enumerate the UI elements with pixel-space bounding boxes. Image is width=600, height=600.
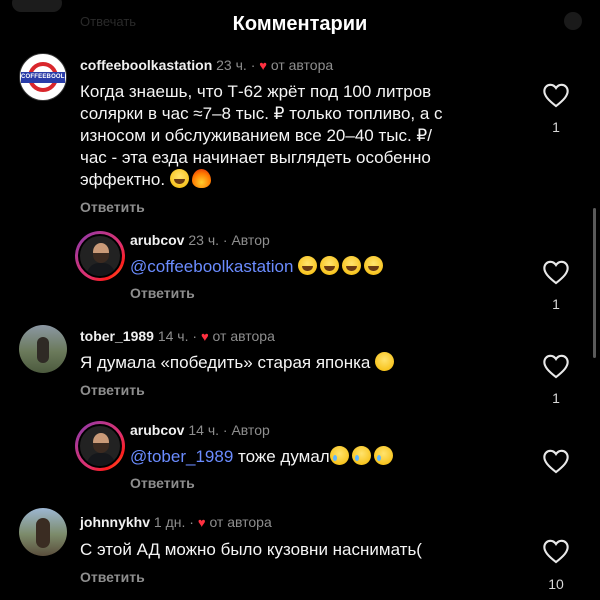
comment-line: час - эта езда начинает выглядеть особен… <box>80 148 431 167</box>
separator: · <box>222 232 228 248</box>
author-heart-icon: ♥ <box>200 329 209 344</box>
page-title: Комментарии <box>232 13 368 35</box>
separator: · <box>222 422 228 438</box>
avatar[interactable] <box>19 325 67 373</box>
separator: · <box>250 57 256 73</box>
crying-emoji <box>373 446 393 465</box>
comments-header: Отвечать Комментарии <box>0 0 600 52</box>
avatar[interactable] <box>19 508 67 556</box>
like-button[interactable] <box>542 259 572 285</box>
liked-by-author: от автора <box>209 514 272 530</box>
grinning-emoji <box>169 169 189 188</box>
comment-meta: tober_1989 14 ч. · ♥ от автора <box>80 328 275 344</box>
laughing-emoji <box>298 256 318 275</box>
reply-button[interactable]: Ответить <box>80 199 145 215</box>
scrolled-content-fragment <box>12 0 62 12</box>
username[interactable]: arubcov <box>130 422 184 438</box>
comment-line: солярки в час ≈7–8 тыс. ₽ только топливо… <box>80 104 443 123</box>
separator: · <box>189 514 194 530</box>
like-count: 1 <box>552 119 560 135</box>
author-tag: Автор <box>231 422 270 438</box>
timestamp: 14 ч. <box>188 422 220 438</box>
scrollbar[interactable] <box>593 208 596 358</box>
comment-text: Я думала «победить» старая японка <box>80 352 397 374</box>
timestamp: 23 ч. <box>188 232 220 248</box>
like-count: 1 <box>552 296 560 312</box>
like-button[interactable] <box>542 353 572 379</box>
avatar-logo-text: COFFEEBOOLKA <box>21 72 66 83</box>
like-button[interactable] <box>542 538 572 564</box>
comment-line: Когда знаешь, что Т-62 жрёт под 100 литр… <box>80 82 432 101</box>
like-count: 1 <box>552 390 560 406</box>
crying-emoji <box>351 446 371 465</box>
heart-icon <box>543 354 569 379</box>
comment-text: Когда знаешь, что Т-62 жрёт под 100 литр… <box>80 81 510 191</box>
timestamp: 14 ч. <box>157 328 189 344</box>
comment-meta: arubcov 14 ч. · Автор <box>130 422 270 438</box>
heart-icon <box>543 83 569 108</box>
avatar[interactable] <box>75 231 125 281</box>
faded-like-icon <box>564 12 582 30</box>
comment-meta: coffeeboolkastation 23 ч. · ♥ от автора <box>80 57 333 73</box>
comment-meta: johnnykhv 1 дн. · ♥ от автора <box>80 514 272 530</box>
comment-text: @tober_1989 тоже думал <box>130 446 396 468</box>
avatar[interactable] <box>75 421 125 471</box>
heart-icon <box>543 260 569 285</box>
comment-text: С этой АД можно было кузовни наснимать( <box>80 540 422 559</box>
reply-button[interactable]: Ответить <box>130 475 195 491</box>
reply-button[interactable]: Ответить <box>80 569 145 585</box>
separator: · <box>192 328 198 344</box>
reply-button[interactable]: Ответить <box>130 285 195 301</box>
username[interactable]: tober_1989 <box>80 328 154 344</box>
username[interactable]: coffeeboolkastation <box>80 57 212 73</box>
liked-by-author: от автора <box>270 57 334 73</box>
upside-down-emoji <box>375 352 395 371</box>
comment-line: износом и обслуживанием все 20–40 тыс. ₽… <box>80 126 432 145</box>
mention-link[interactable]: @coffeeboolkastation <box>130 257 293 276</box>
author-heart-icon: ♥ <box>197 515 206 530</box>
timestamp: 1 дн. <box>153 514 186 530</box>
like-button[interactable] <box>542 82 572 108</box>
laughing-emoji <box>364 256 384 275</box>
reply-button[interactable]: Ответить <box>80 382 145 398</box>
like-button[interactable] <box>542 448 572 474</box>
avatar[interactable]: COFFEEBOOLKA <box>19 53 67 101</box>
comment-text: @coffeeboolkastation <box>130 256 386 278</box>
fire-emoji <box>191 169 211 188</box>
username[interactable]: johnnykhv <box>80 514 150 530</box>
username[interactable]: arubcov <box>130 232 184 248</box>
comment-line: эффектно. <box>80 169 510 191</box>
laughing-emoji <box>342 256 362 275</box>
mention-link[interactable]: @tober_1989 <box>130 447 233 466</box>
heart-icon <box>543 449 569 474</box>
crying-emoji <box>329 446 349 465</box>
author-heart-icon: ♥ <box>259 58 267 73</box>
heart-icon <box>543 539 569 564</box>
comment-meta: arubcov 23 ч. · Автор <box>130 232 270 248</box>
liked-by-author: от автора <box>212 328 275 344</box>
timestamp: 23 ч. <box>216 57 247 73</box>
author-tag: Автор <box>231 232 270 248</box>
laughing-emoji <box>320 256 340 275</box>
like-count: 10 <box>548 576 564 592</box>
